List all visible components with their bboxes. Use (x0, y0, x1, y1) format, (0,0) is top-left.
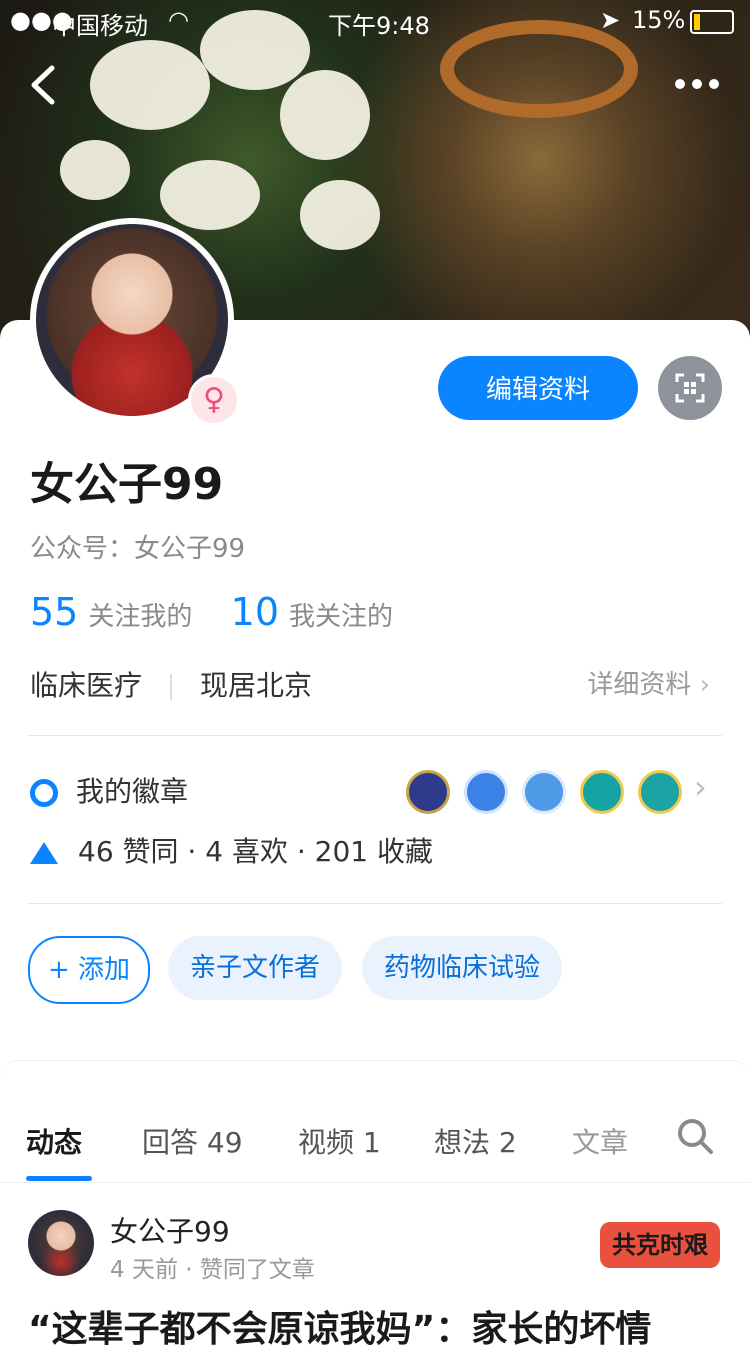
badges-label: 我的徽章 (76, 775, 189, 808)
content-tabs: 动态 回答 49 视频 1 想法 2 文章 (0, 1060, 750, 1183)
more-icon (675, 79, 719, 89)
divider (0, 1182, 750, 1183)
followers-link[interactable]: 55 关注我的 (30, 590, 193, 634)
following-count: 10 (230, 590, 279, 634)
search-icon (678, 1119, 713, 1154)
chevron-left-icon (31, 65, 55, 105)
industry-label: 临床医疗 (30, 669, 143, 702)
tag-chip[interactable]: 亲子文作者 (168, 936, 342, 1000)
location-label: 现居北京 (200, 669, 313, 702)
wifi-icon: ◠ (168, 6, 189, 34)
follow-stats: 55 关注我的 10 我关注的 (30, 590, 393, 634)
tab-videos[interactable]: 视频 1 (298, 1121, 381, 1161)
feed-title[interactable]: “这辈子都不会原谅我妈”：家长的坏情 (28, 1300, 651, 1352)
battery-percent: 15% (632, 6, 686, 34)
carrier-label: 中国移动 (52, 12, 148, 40)
profile-name: 女公子99 (30, 459, 224, 510)
tab-thoughts[interactable]: 想法 2 (434, 1121, 517, 1161)
official-account: 公众号：女公子99 (30, 528, 245, 565)
status-bar: ●●● 中国移动 ◠ 下午9:48 ➤ 15% (0, 0, 750, 40)
tab-activity[interactable]: 动态 (26, 1121, 82, 1161)
badge-hex-icon (522, 770, 566, 814)
tag-chip[interactable]: 药物临床试验 (362, 936, 562, 1000)
following-link[interactable]: 10 我关注的 (231, 590, 394, 634)
followers-label: 关注我的 (88, 602, 193, 632)
detail-link[interactable]: 详细资料 › (587, 664, 710, 701)
chevron-right-icon: › (694, 768, 707, 806)
divider (28, 903, 722, 904)
feed-meta: 4 天前 · 赞同了文章 (110, 1257, 315, 1283)
badge-icon (30, 779, 58, 807)
engagement-stats: 46 赞同 · 4 喜欢 · 201 收藏 (30, 830, 433, 870)
account-name: 女公子99 (134, 534, 246, 564)
following-label: 我关注的 (289, 602, 394, 632)
engagement-text: 46 赞同 · 4 喜欢 · 201 收藏 (78, 835, 433, 868)
badge-teal-icon (580, 770, 624, 814)
clock: 下午9:48 (328, 12, 430, 40)
search-button[interactable] (676, 1117, 714, 1159)
detail-link-label: 详细资料 (587, 670, 692, 700)
account-label: 公众号： (30, 534, 135, 564)
profile-info-row: 临床医疗 现居北京 详细资料 › (30, 664, 720, 704)
tab-articles[interactable]: 文章 (572, 1121, 628, 1161)
badges-row[interactable]: 我的徽章 › (30, 768, 720, 814)
edit-profile-button[interactable]: 编辑资料 (438, 356, 638, 420)
more-button[interactable] (672, 62, 722, 102)
female-icon: ♀ (188, 374, 240, 426)
feed-avatar[interactable] (28, 1210, 94, 1276)
back-button[interactable] (26, 60, 66, 110)
active-tab-indicator (26, 1176, 92, 1181)
qr-code-button[interactable] (658, 356, 722, 420)
chevron-right-icon: › (699, 670, 710, 700)
badge-blue-icon (464, 770, 508, 814)
badge-green-icon (638, 770, 682, 814)
divider (170, 674, 173, 700)
followers-count: 55 (30, 590, 79, 634)
badge-2019-icon (406, 770, 450, 814)
feed-logo: 共克时艰 (600, 1222, 720, 1268)
battery-icon (690, 10, 734, 34)
tab-answers[interactable]: 回答 49 (142, 1121, 243, 1161)
qr-code-icon (675, 373, 705, 403)
feed-author[interactable]: 女公子99 (110, 1210, 230, 1250)
upvote-icon (30, 842, 58, 864)
divider (28, 735, 722, 736)
location-icon: ➤ (600, 6, 621, 34)
add-tag-button[interactable]: + 添加 (28, 936, 150, 1004)
